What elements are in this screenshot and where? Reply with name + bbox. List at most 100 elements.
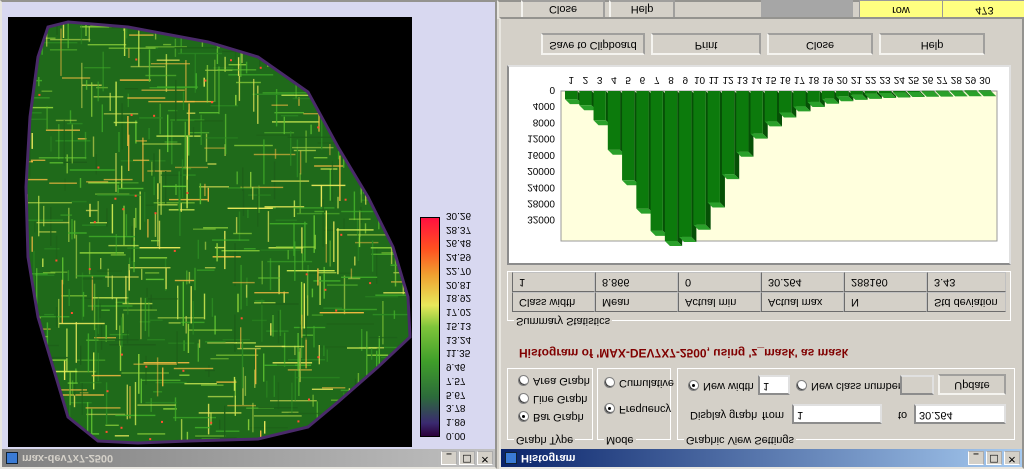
line-graph-radio[interactable]: Line Graph (518, 393, 587, 405)
app-icon (505, 452, 517, 464)
histogram-titlebar[interactable]: Histogram _ □ ✕ (501, 449, 1022, 467)
map-hotspot (305, 273, 308, 276)
map-texture-stroke (106, 208, 108, 227)
map-texture-stroke (253, 415, 302, 417)
close-icon[interactable]: ✕ (1004, 451, 1020, 465)
save-to-clipboard-button[interactable]: Save to Clipboard (541, 33, 645, 55)
map-window[interactable]: max-dev7x7-2500 _ □ ✕ 0.00 1.89 3.78 5.67 7.… (0, 0, 497, 469)
summary-grid: Class width 1 Mean 8.866 Actual min 0 Actual m… (512, 272, 1006, 312)
map-texture-stroke (49, 182, 77, 184)
legend-label: 17.02 (446, 306, 472, 318)
bar-graph-radio[interactable]: Bar Graph (518, 411, 584, 423)
map-texture-stroke (60, 28, 62, 76)
map-texture-stroke (228, 74, 274, 76)
map-texture-stroke (293, 200, 296, 217)
close-button[interactable]: Close (767, 33, 873, 55)
new-class-number-radio[interactable]: New class number (796, 380, 901, 392)
map-texture-stroke (286, 270, 335, 272)
cumulative-radio[interactable]: Cumulative (604, 377, 674, 389)
x-tick-label: 1 (568, 74, 574, 85)
map-texture-stroke (153, 153, 155, 177)
mode-label: Mode (604, 434, 636, 446)
map-texture-stroke (31, 133, 33, 149)
map-texture-stroke (253, 78, 255, 112)
help-button[interactable]: Help (879, 33, 985, 55)
area-graph-radio[interactable]: Area Graph (518, 375, 590, 387)
map-texture-stroke (290, 131, 292, 166)
maximize-icon[interactable]: □ (459, 451, 475, 465)
minimize-icon[interactable]: _ (441, 451, 457, 465)
histogram-bar (964, 90, 977, 92)
map-texture-stroke (227, 207, 273, 209)
map-texture-stroke (42, 258, 44, 267)
map-texture-stroke (204, 137, 238, 139)
map-texture-stroke (67, 270, 70, 281)
x-tick-label: 18 (808, 74, 820, 85)
summary-value-cell: 288160 (844, 272, 927, 292)
map-texture-stroke (294, 370, 296, 401)
map-texture-stroke (75, 368, 77, 384)
print-button[interactable]: Print (651, 33, 761, 55)
histogram-bar (622, 91, 635, 181)
update-button[interactable]: Update (938, 374, 1006, 395)
histogram-chart[interactable]: 0 4000 8000 12000 16000 20000 24000 28000 32000 1… (509, 67, 1009, 263)
map-texture-stroke (266, 330, 289, 332)
map-texture-stroke (67, 122, 83, 125)
map-titlebar[interactable]: max-dev7x7-2500 _ □ ✕ (2, 449, 495, 467)
map-texture-stroke (291, 382, 293, 414)
map-texture-stroke (92, 136, 95, 157)
map-texture-stroke (168, 322, 181, 324)
map-texture-stroke (240, 327, 242, 349)
map-texture-stroke (121, 165, 123, 189)
x-tick-label: 11 (709, 74, 720, 85)
map-texture-stroke (26, 219, 63, 221)
histogram-bar (793, 91, 806, 107)
from-field[interactable]: 1 (792, 404, 882, 424)
x-tick-label: 27 (937, 74, 949, 85)
map-texture-stroke (140, 297, 142, 340)
map-texture-stroke (123, 205, 125, 245)
map-texture-stroke (236, 81, 261, 84)
new-width-field[interactable]: 1 (758, 375, 790, 395)
legend-label: 22.70 (446, 265, 472, 276)
map-texture-stroke (105, 424, 119, 426)
mode-group: Mode Frequency Cumulative (597, 368, 674, 446)
map-texture-stroke (55, 119, 77, 122)
map-texture-stroke (317, 272, 337, 274)
map-texture-stroke (318, 346, 347, 348)
summary-value-cell: 3.43 (927, 272, 1006, 292)
map-texture-stroke (228, 187, 260, 189)
map-texture-stroke (155, 381, 187, 384)
map-texture-stroke (188, 329, 233, 331)
map-hotspot (173, 249, 176, 252)
legend-label: 24.59 (446, 251, 472, 263)
raster-map[interactable] (8, 17, 412, 447)
map-texture-stroke (241, 341, 244, 389)
histogram-window[interactable]: Histogram _ □ ✕ Graph Type Bar Graph Lin… (499, 17, 1024, 469)
histogram-chart-panel: 0 4000 8000 12000 16000 20000 24000 28000 32000 1… (507, 65, 1011, 265)
map-texture-stroke (254, 300, 265, 302)
new-width-radio[interactable]: New width (688, 380, 754, 392)
minimize-icon[interactable]: _ (968, 451, 984, 465)
map-hotspot (122, 208, 125, 211)
map-texture-stroke (177, 285, 179, 320)
close-icon[interactable]: ✕ (477, 451, 493, 465)
new-class-number-label: New class number (811, 380, 902, 392)
frequency-radio[interactable]: Frequency (604, 403, 671, 415)
summary-header-cell: Std deviation (927, 292, 1006, 312)
map-hotspot (335, 309, 338, 312)
map-texture-stroke (274, 112, 304, 114)
maximize-icon[interactable]: □ (986, 451, 1002, 465)
map-hotspot (210, 421, 213, 424)
to-field[interactable]: 30.264 (914, 404, 1006, 424)
map-texture-stroke (100, 258, 102, 270)
map-texture-stroke (157, 86, 198, 88)
map-texture-stroke (274, 148, 277, 159)
new-class-number-field[interactable] (900, 375, 934, 395)
map-texture-stroke (174, 47, 218, 49)
map-hotspot (55, 259, 58, 262)
map-texture-stroke (314, 165, 344, 167)
map-texture-stroke (358, 233, 361, 248)
map-texture-stroke (283, 116, 285, 135)
map-hotspot (38, 93, 41, 96)
